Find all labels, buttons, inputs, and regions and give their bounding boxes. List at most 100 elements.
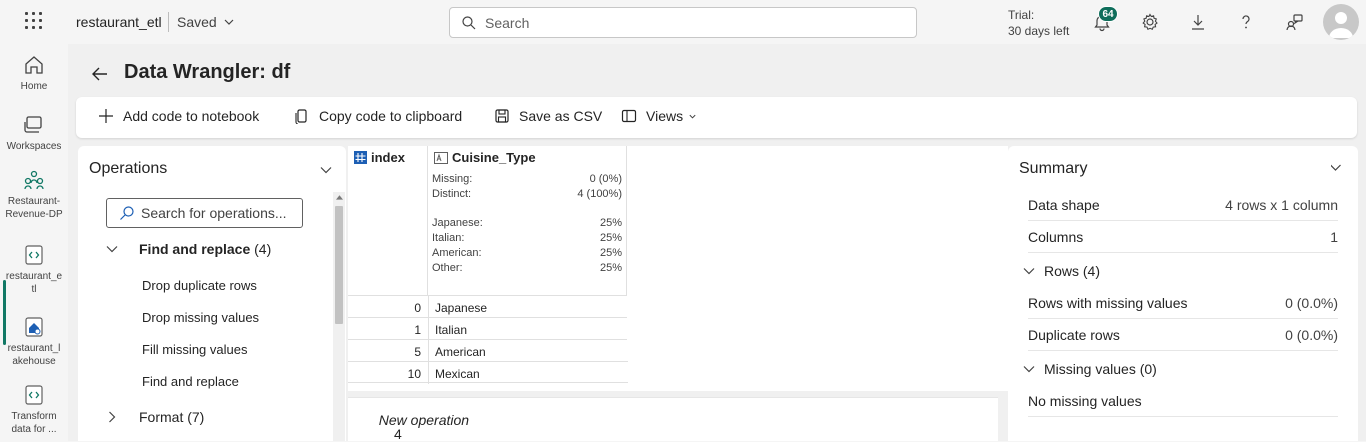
nav-label-line: restaurant_e [5,271,63,282]
save-csv-label: Save as CSV [519,108,603,124]
operations-panel: Operations Search for operations... Find… [78,146,346,441]
item-name[interactable]: restaurant_etl [76,14,162,30]
nav-label-line: tl [31,284,37,295]
top-bar: restaurant_etl Saved Search Trial: 30 da… [0,0,1366,44]
search-icon [120,206,134,220]
nav-item-workspaces[interactable]: Workspaces [0,114,68,153]
nav-label: Workspaces [6,141,62,152]
stat-top-value: Italian: 25% [432,232,622,244]
toolbar: Add code to notebook Copy code to clipbo… [76,97,1357,138]
chevron-right-icon [109,411,116,423]
ops-item-find-replace[interactable]: Find and replace [142,374,239,389]
ops-item-fill-missing[interactable]: Fill missing values [142,342,247,357]
summary-group-missing-values[interactable]: Missing values (0) [1022,361,1157,377]
views-button[interactable]: Views [621,108,697,124]
operations-search-placeholder: Search for operations... [141,205,287,221]
user-icon [1329,12,1353,38]
summary-row-data-shape: Data shape 4 rows x 1 column [1028,189,1338,221]
ops-group-label: Format [139,409,184,425]
nav-item-restaurant-revenue-dp[interactable]: Restaurant- Revenue-DP [0,169,68,221]
summary-group-label: Rows (4) [1044,263,1101,279]
nav-label-line: Restaurant- [7,196,61,207]
search-icon [462,15,476,29]
chevron-down-icon[interactable] [319,163,333,177]
chevron-down-icon[interactable] [223,16,235,28]
stat-top-value: Japanese: 25% [432,217,622,229]
summary-group-label: Missing values (0) [1044,361,1157,377]
ops-item-drop-duplicates[interactable]: Drop duplicate rows [142,278,257,293]
scrollbar-thumb[interactable] [335,206,343,324]
copy-code-button[interactable]: Copy code to clipboard [294,108,462,124]
summary-panel: Summary Data shape 4 rows x 1 column Colu… [1008,146,1358,441]
notebook-icon [25,385,43,405]
copy-icon [295,109,307,124]
copy-code-label: Copy code to clipboard [319,108,463,124]
left-navigation: Home Workspaces Restaurant- Revenue-DP r… [0,44,68,441]
feedback-icon[interactable] [1284,12,1304,32]
chevron-down-icon [1023,366,1035,373]
header-label: index [354,150,405,165]
summary-row-no-missing: No missing values [1028,385,1338,417]
nav-label-line: restaurant_l [7,343,61,354]
stat-missing: Missing: 0 (0%) [432,173,622,185]
ops-group-find-replace[interactable]: Find and replace (4) [105,241,271,257]
summary-title: Summary [1019,160,1088,177]
home-icon [25,56,43,74]
table-row[interactable]: 0 Japanese [348,295,627,318]
table-row[interactable]: 1 Italian [348,317,627,340]
table-row[interactable]: 5 American [348,339,627,362]
summary-row-columns: Columns 1 [1028,221,1338,253]
nav-item-transform-data[interactable]: Transform data for ... [0,384,68,436]
new-operation-text: 4 New operation [378,412,470,442]
column-header-cuisine-type[interactable]: Cuisine_Type Missing: 0 (0%) Distinct: 4 (… [428,146,627,295]
save-csv-button[interactable]: Save as CSV [494,108,602,124]
nav-item-home[interactable]: Home [0,54,68,93]
chevron-down-icon [1023,268,1035,275]
operations-search-input[interactable]: Search for operations... [106,198,303,228]
plus-icon [99,109,113,123]
search-input[interactable]: Search [449,7,917,38]
nav-label-line: data for ... [11,424,57,435]
add-code-label: Add code to notebook [123,108,260,124]
divider [168,12,169,32]
saved-status[interactable]: Saved [177,14,217,30]
avatar[interactable] [1323,4,1359,40]
table-row[interactable]: 10 Mexican [348,361,628,384]
nav-label-line: akehouse [12,356,56,367]
nav-item-restaurant-lakehouse[interactable]: restaurant_l akehouse [0,316,68,368]
operations-title: Operations [89,160,168,177]
ops-group-format[interactable]: Format (7) [105,409,204,425]
numeric-type-icon [354,151,367,164]
help-icon[interactable] [1236,12,1256,32]
nav-label: Home [20,81,48,92]
operations-scrollbar[interactable] [333,192,345,441]
chevron-down-icon [106,246,118,253]
stat-top-value: American: 25% [432,247,622,259]
workspaces-icon [24,116,42,133]
app-launcher-icon[interactable] [25,12,43,30]
save-icon [495,109,509,123]
trial-days-left: 30 days left [1008,24,1070,38]
download-icon[interactable] [1188,12,1208,32]
chevron-down-icon[interactable] [1331,163,1345,177]
cuisine-header-text: Cuisine_Type [452,150,536,165]
add-code-button[interactable]: Add code to notebook [98,108,259,124]
ops-group-label: Find and replace [139,241,251,257]
summary-row-duplicates: Duplicate rows 0 (0.0%) [1028,319,1338,351]
summary-row-missing: Rows with missing values 0 (0.0%) [1028,287,1338,319]
nav-item-restaurant-etl[interactable]: restaurant_e tl [0,244,68,296]
notebook-icon [25,245,43,265]
ops-group-count: (7) [187,409,205,425]
trial-status[interactable]: Trial: 30 days left [1008,7,1069,39]
summary-group-rows[interactable]: Rows (4) [1022,263,1100,279]
ops-item-drop-missing[interactable]: Drop missing values [142,310,259,325]
header-label: Cuisine_Type [434,150,536,165]
gear-icon[interactable] [1140,12,1160,32]
back-arrow-icon[interactable] [90,64,110,84]
scroll-up-icon[interactable] [336,194,343,200]
panel-icon [621,109,637,123]
data-grid: index Cuisine_Type Missing: 0 (0%) Distin… [348,146,1008,391]
column-header-index[interactable]: index [348,146,428,295]
chevron-down-icon [689,114,696,119]
new-operation-cell[interactable]: 4 New operation [348,397,998,442]
